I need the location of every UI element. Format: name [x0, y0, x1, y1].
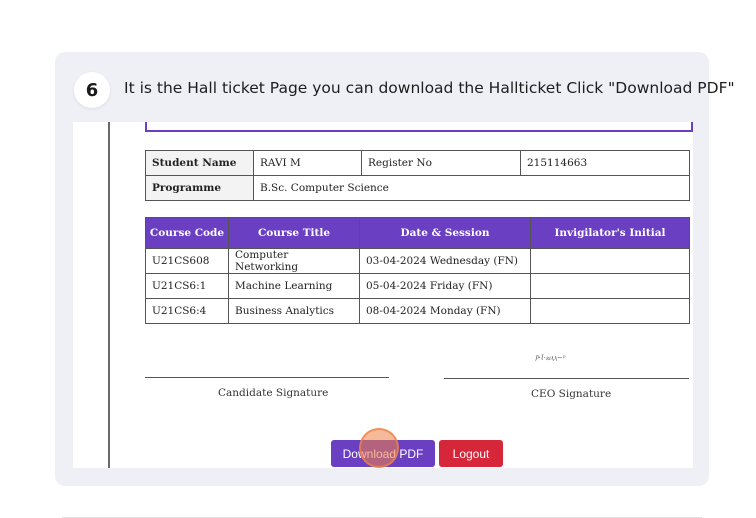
table-row: Student Name RAVI M Register No 21511466…: [145, 150, 690, 176]
header-box-bottom: ▪ ▬▬▪▪▪ ▪ ▪ ▬▪: [145, 122, 693, 132]
course-code: U21CS6:4: [145, 298, 229, 324]
course-title: Business Analytics: [228, 298, 360, 324]
invigilator-initial: [530, 273, 690, 299]
course-table: Course Code Course Title Date & Session …: [145, 217, 690, 324]
table-row: U21CS608 Computer Networking 03-04-2024 …: [145, 248, 690, 274]
table-row: U21CS6:4 Business Analytics 08-04-2024 M…: [145, 298, 690, 324]
course-date: 05-04-2024 Friday (FN): [359, 273, 531, 299]
ceo-signature-line: [444, 378, 689, 379]
course-code: U21CS6:1: [145, 273, 229, 299]
programme-value: B.Sc. Computer Science: [253, 175, 690, 201]
page-left-border: [108, 122, 110, 468]
step-instruction: It is the Hall ticket Page you can downl…: [124, 79, 735, 97]
invigilator-initial: [530, 298, 690, 324]
register-no-value: 215114663: [520, 150, 690, 176]
course-date: 03-04-2024 Wednesday (FN): [359, 248, 531, 274]
course-title: Machine Learning: [228, 273, 360, 299]
candidate-signature-label: Candidate Signature: [218, 387, 329, 399]
header-course-code: Course Code: [145, 217, 229, 249]
programme-label: Programme: [145, 175, 254, 201]
course-title: Computer Networking: [228, 248, 360, 274]
ceo-signature-scribble: Ⲣ·Ɩ·ⲃⲓⲗⲗ~ᵖ: [535, 354, 566, 362]
course-date: 08-04-2024 Monday (FN): [359, 298, 531, 324]
header-invigilator: Invigilator's Initial: [530, 217, 690, 249]
course-code: U21CS608: [145, 248, 229, 274]
invigilator-initial: [530, 248, 690, 274]
header-date-session: Date & Session: [359, 217, 531, 249]
table-header-row: Course Code Course Title Date & Session …: [145, 217, 690, 249]
hall-ticket-screenshot: ▪ ▬▬▪▪▪ ▪ ▪ ▬▪ Student Name RAVI M Regis…: [73, 122, 693, 468]
ceo-signature-label: CEO Signature: [531, 388, 612, 400]
table-row: U21CS6:1 Machine Learning 05-04-2024 Fri…: [145, 273, 690, 299]
step-number-badge: 6: [74, 72, 110, 108]
register-no-label: Register No: [361, 150, 521, 176]
click-highlight-marker: [359, 428, 399, 468]
logout-button[interactable]: Logout: [439, 440, 503, 467]
student-name-value: RAVI M: [253, 150, 362, 176]
student-name-label: Student Name: [145, 150, 254, 176]
student-info-table: Student Name RAVI M Register No 21511466…: [145, 150, 690, 201]
header-course-title: Course Title: [228, 217, 360, 249]
table-row: Programme B.Sc. Computer Science: [145, 175, 690, 201]
candidate-signature-line: [145, 377, 389, 378]
